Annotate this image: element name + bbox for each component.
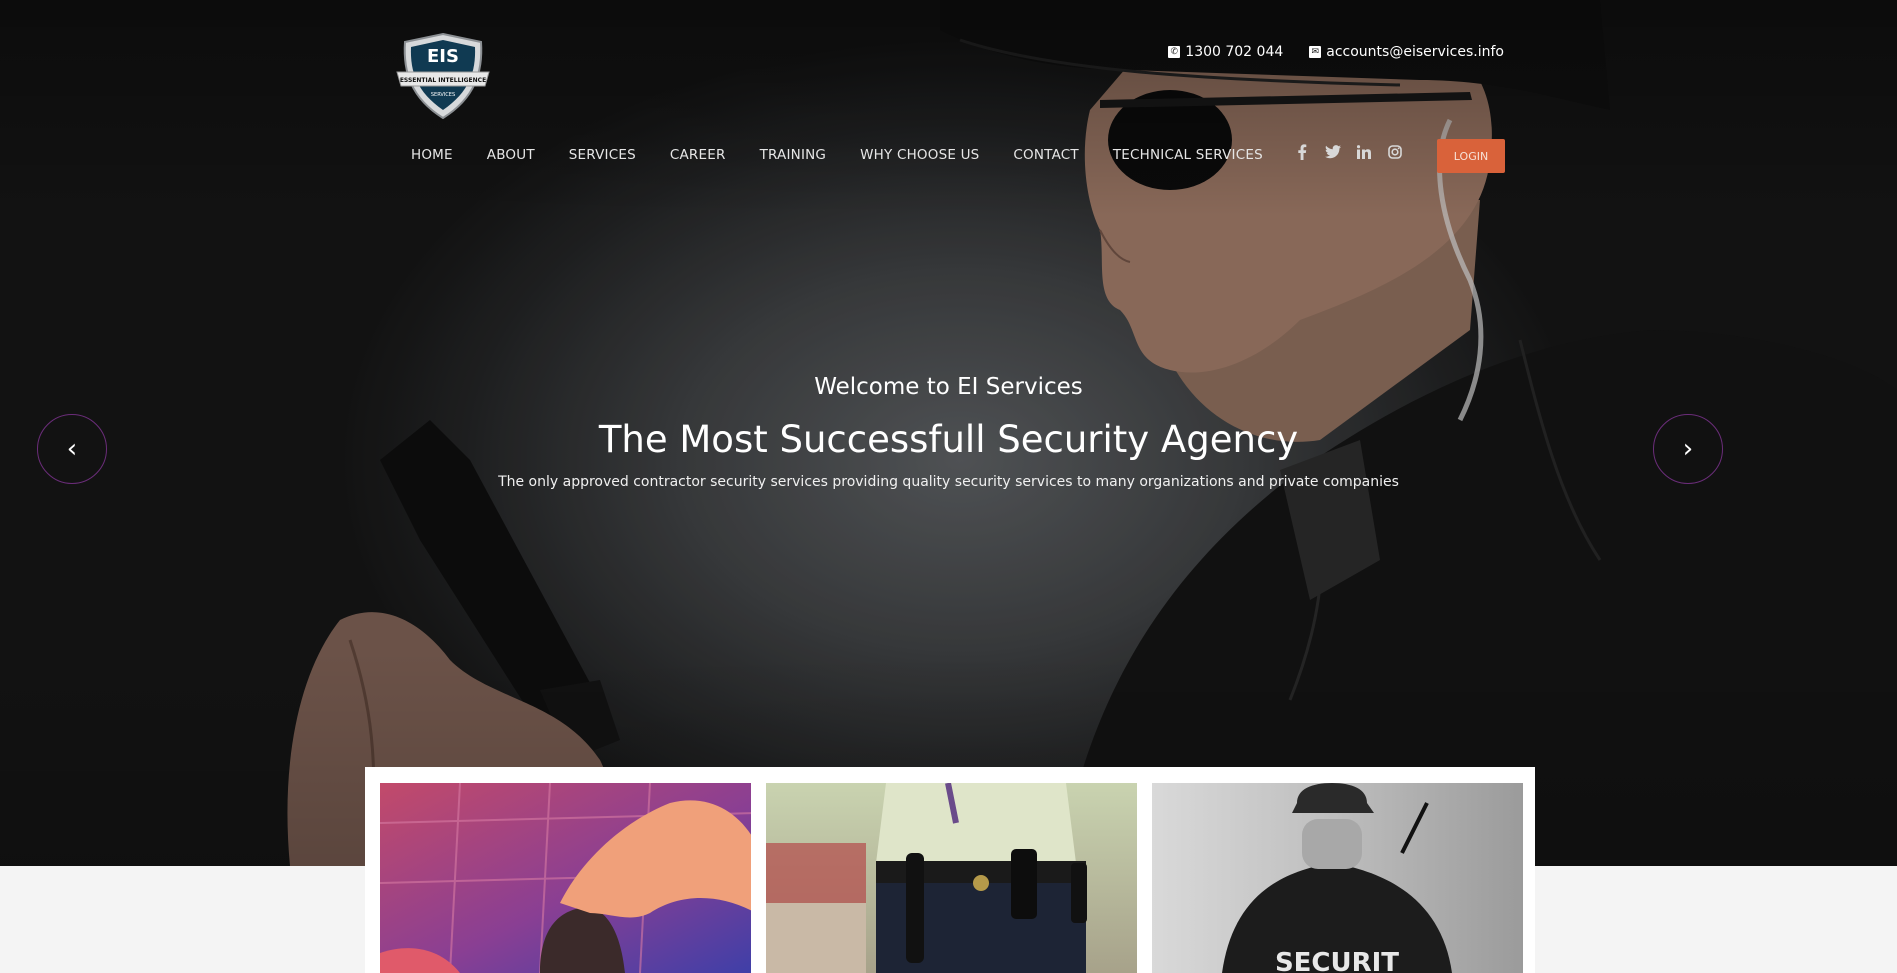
chevron-right-icon: › — [1682, 434, 1694, 464]
logo-ribbon-text: ESSENTIAL INTELLIGENCE — [400, 77, 486, 84]
twitter-icon[interactable] — [1325, 145, 1341, 163]
logo-text: EIS — [427, 46, 459, 67]
feature-cards: SECURIT — [365, 767, 1535, 973]
nav-why-choose-us[interactable]: WHY CHOOSE US — [860, 147, 979, 163]
feature-card-guard-belt[interactable] — [766, 783, 1137, 973]
facebook-icon[interactable] — [1294, 144, 1310, 164]
nav-technical-services[interactable]: TECHNICAL SERVICES — [1113, 147, 1263, 163]
email-contact[interactable]: ✉ accounts@eiservices.info — [1309, 44, 1504, 60]
hero-slider: EIS ESSENTIAL INTELLIGENCE SERVICES ✆ 13… — [0, 0, 1897, 866]
instagram-icon[interactable] — [1387, 145, 1403, 163]
slide-welcome: Welcome to EI Services — [814, 374, 1083, 400]
nav-training[interactable]: TRAINING — [760, 147, 827, 163]
feature-card-security-officer[interactable]: SECURIT — [1152, 783, 1523, 973]
shield-logo-icon: EIS ESSENTIAL INTELLIGENCE SERVICES — [396, 32, 490, 120]
slide-subtitle: The only approved contractor security se… — [498, 474, 1399, 490]
envelope-icon: ✉ — [1309, 46, 1322, 58]
slide-headline: The Most Successfull Security Agency — [598, 418, 1299, 461]
phone-icon: ✆ — [1168, 46, 1181, 58]
site-logo[interactable]: EIS ESSENTIAL INTELLIGENCE SERVICES — [393, 32, 493, 120]
logo-sub-text: SERVICES — [431, 92, 455, 98]
nav-home[interactable]: HOME — [411, 147, 453, 163]
contact-bar: ✆ 1300 702 044 ✉ accounts@eiservices.inf… — [1168, 44, 1504, 60]
chevron-left-icon: ‹ — [66, 434, 78, 464]
main-nav: HOME ABOUT SERVICES CAREER TRAINING WHY … — [411, 147, 1263, 163]
feature-card-cctv[interactable] — [380, 783, 751, 973]
email-address: accounts@eiservices.info — [1326, 44, 1504, 60]
nav-career[interactable]: CAREER — [670, 147, 726, 163]
security-jacket-text: SECURIT — [1275, 948, 1399, 973]
slider-prev-button[interactable]: ‹ — [37, 414, 107, 484]
security-officer-image: SECURIT — [1152, 783, 1523, 973]
phone-number: 1300 702 044 — [1185, 44, 1284, 60]
phone-contact[interactable]: ✆ 1300 702 044 — [1168, 44, 1283, 60]
cctv-control-image — [380, 783, 751, 973]
guard-belt-image — [766, 783, 1137, 973]
nav-about[interactable]: ABOUT — [487, 147, 535, 163]
linkedin-icon[interactable] — [1356, 145, 1372, 163]
login-button[interactable]: LOGIN — [1437, 139, 1505, 173]
social-links — [1294, 144, 1403, 164]
nav-services[interactable]: SERVICES — [569, 147, 636, 163]
slider-next-button[interactable]: › — [1653, 414, 1723, 484]
nav-contact[interactable]: CONTACT — [1013, 147, 1078, 163]
